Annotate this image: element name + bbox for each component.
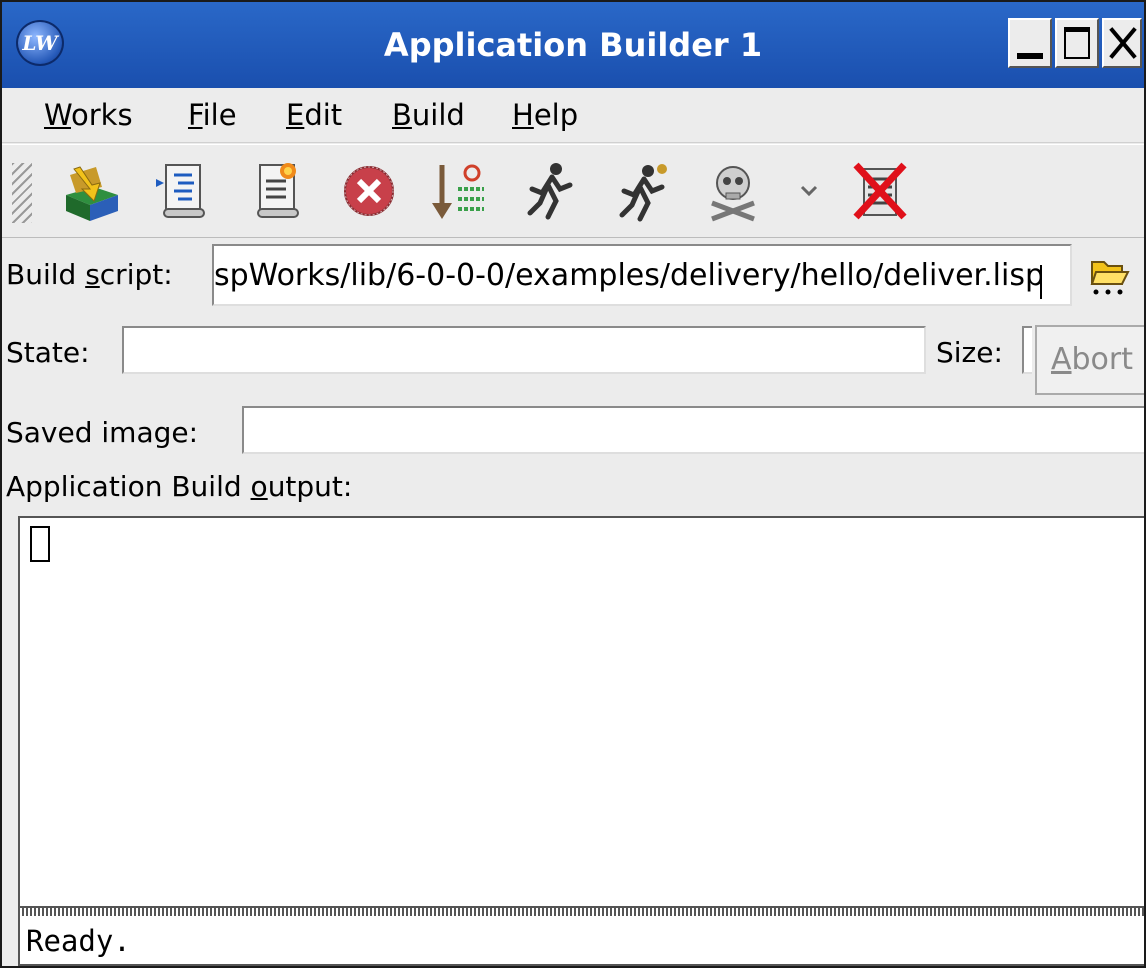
size-field[interactable] — [1022, 326, 1032, 374]
menu-edit-label: dit — [304, 98, 343, 132]
build-script-label-post: cript: — [99, 258, 173, 291]
open-folder-icon[interactable] — [1086, 254, 1130, 298]
status-bar: Ready. — [18, 916, 1144, 966]
build-script-label-pre: Build — [6, 258, 86, 291]
menu-help[interactable]: Help — [512, 98, 578, 132]
stop-icon[interactable] — [338, 159, 400, 223]
menu-bar: Works File Edit Build Help — [2, 88, 1144, 143]
application-build-output-label: Application Build output: — [6, 470, 352, 503]
menu-file-label: ile — [202, 98, 237, 132]
output-label-mnemonic: o — [250, 470, 268, 503]
status-text: Ready. — [26, 924, 131, 958]
menu-edit-mnemonic: E — [286, 98, 305, 132]
menu-edit[interactable]: Edit — [286, 98, 342, 132]
build-output-pane[interactable] — [18, 516, 1144, 908]
build-script-input[interactable]: spWorks/lib/6-0-0-0/examples/delivery/he… — [212, 244, 1072, 306]
state-label: State: — [6, 336, 90, 369]
close-button[interactable] — [1102, 18, 1142, 68]
abort-mnemonic: A — [1050, 342, 1072, 377]
menu-build[interactable]: Build — [392, 98, 465, 132]
output-label-pre: Application Build — [6, 470, 251, 503]
menu-file-mnemonic: F — [188, 98, 203, 132]
kill-icon[interactable] — [702, 159, 764, 223]
clear-icon[interactable] — [848, 159, 910, 223]
abort-button[interactable]: Abort — [1035, 325, 1144, 395]
dropdown-arrow-icon[interactable] — [792, 159, 826, 223]
parse-script-icon[interactable] — [152, 159, 214, 223]
output-cursor — [30, 526, 50, 562]
menu-works-label: orks — [70, 98, 133, 132]
edit-script-icon[interactable] — [246, 159, 308, 223]
build-script-label: Build script: — [6, 258, 173, 291]
menu-works-mnemonic: W — [44, 98, 71, 132]
saved-image-label: Saved image: — [6, 416, 199, 449]
menu-build-mnemonic: B — [392, 98, 412, 132]
abort-label: bort — [1071, 342, 1134, 377]
minimize-button[interactable] — [1008, 18, 1052, 68]
menu-file[interactable]: File — [188, 98, 237, 132]
toolbar — [2, 144, 1144, 238]
saved-image-field[interactable] — [242, 406, 1144, 454]
text-caret — [1040, 265, 1042, 299]
pane-divider[interactable] — [18, 908, 1144, 916]
size-label: Size: — [936, 336, 1003, 369]
state-field[interactable] — [122, 326, 926, 374]
window-title: Application Builder 1 — [383, 26, 763, 64]
run-test-icon[interactable] — [612, 159, 674, 223]
load-icon[interactable] — [426, 159, 488, 223]
menu-help-mnemonic: H — [512, 98, 534, 132]
application-builder-window: LW Application Builder 1 Works File Edit… — [0, 0, 1146, 968]
toolbar-grip-handle[interactable] — [12, 163, 32, 223]
build-script-label-mnemonic: s — [85, 258, 100, 291]
run-icon[interactable] — [518, 159, 580, 223]
build-icon[interactable] — [60, 159, 122, 223]
menu-build-label: uild — [411, 98, 465, 132]
menu-works[interactable]: Works — [44, 98, 133, 132]
build-script-value: spWorks/lib/6-0-0-0/examples/delivery/he… — [214, 258, 1040, 293]
title-bar[interactable]: LW Application Builder 1 — [2, 2, 1144, 88]
output-label-post: utput: — [267, 470, 353, 503]
menu-help-label: elp — [533, 98, 579, 132]
maximize-button[interactable] — [1055, 18, 1099, 68]
